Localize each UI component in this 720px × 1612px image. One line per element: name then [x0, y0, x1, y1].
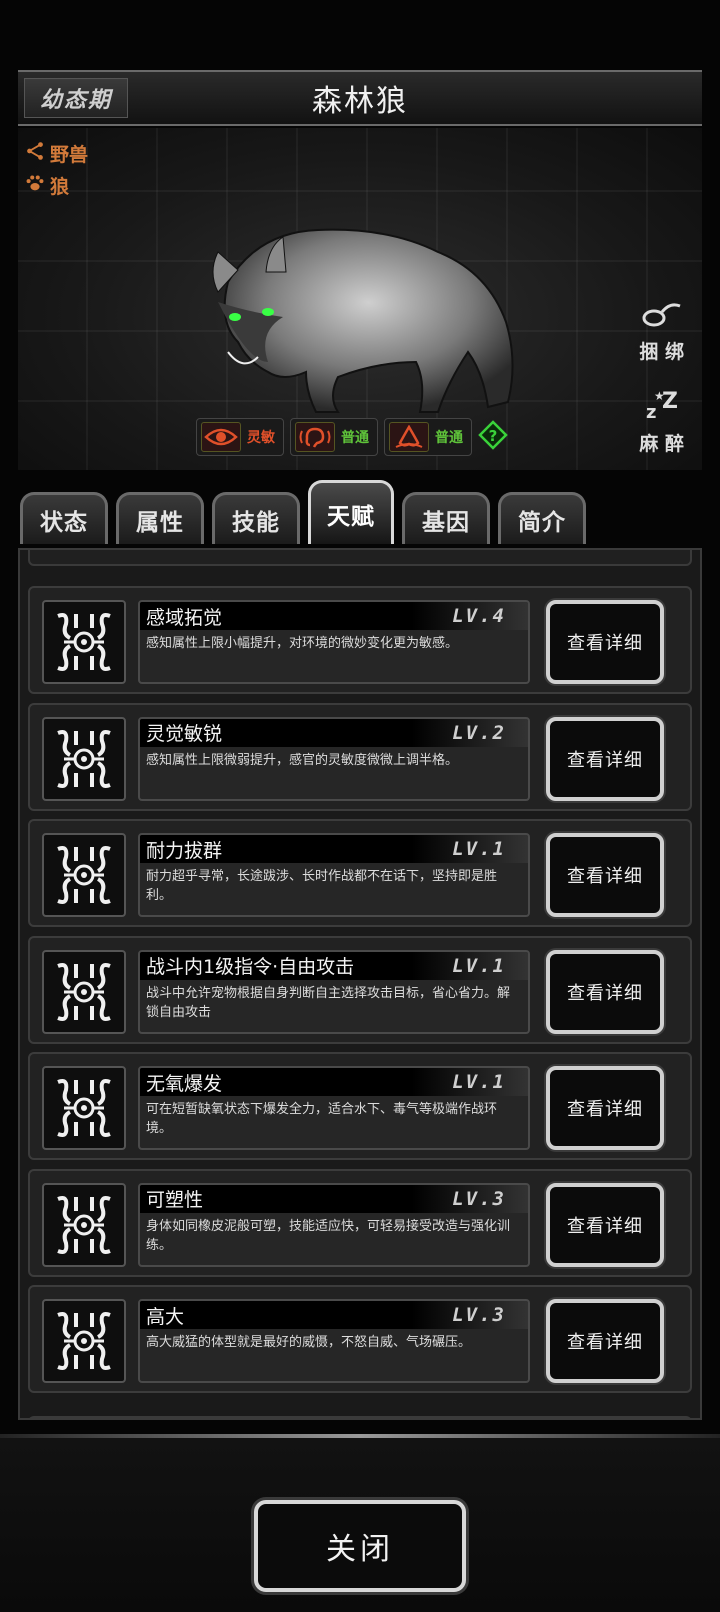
talent-info: 高大 LV.3 高大威猛的体型就是最好的威慑，不怒自威、气场碾压。: [138, 1299, 530, 1383]
wolf-illustration: [188, 212, 548, 422]
talent-card: 灵觉敏锐 LV.2 感知属性上限微弱提升，感官的灵敏度微微上调半格。 查看详细: [28, 702, 692, 811]
svg-text:★: ★: [654, 389, 665, 403]
talent-name: 可塑性: [146, 1189, 204, 1211]
talent-name: 高大: [146, 1305, 185, 1328]
sense-vision: 灵敏: [196, 418, 284, 456]
tag-species: 狼: [24, 172, 69, 199]
tag-species-label: 狼: [50, 176, 70, 198]
tab-intro[interactable]: 简介: [498, 492, 586, 544]
talent-card: 战斗内1级指令·自由攻击 LV.1 战斗中允许宠物根据自身判断自主选择攻击目标，省心…: [28, 935, 692, 1044]
talent-header: 可塑性 LV.3: [140, 1184, 528, 1213]
talent-name: 无氧爆发: [146, 1072, 223, 1095]
close-button[interactable]: 关闭: [254, 1500, 466, 1592]
bind-label: 捆 绑: [639, 341, 684, 363]
sedate-button[interactable]: z Z ★ 麻 醉: [639, 388, 684, 456]
list-item-partial: [28, 550, 692, 566]
creature-panel: 野兽 狼 捆 绑 z Z ★ 麻 醉 灵敏 普通 普通 ?: [18, 128, 702, 470]
tag-category: 野兽: [24, 140, 88, 167]
sense-hearing: 普通: [290, 418, 378, 456]
talent-description: 身体如同橡皮泥般可塑，技能适应快，可轻易接受改造与强化训练。: [146, 1218, 511, 1253]
view-details-button[interactable]: 查看详细: [546, 949, 664, 1034]
talent-rune-icon: [42, 949, 126, 1034]
sense-smell: 普通: [384, 418, 472, 456]
talent-rune-icon: [42, 1066, 126, 1150]
tab-attributes[interactable]: 属性: [116, 492, 204, 544]
talent-rune-icon: [42, 716, 126, 801]
senses-bar: 灵敏 普通 普通 ?: [196, 418, 508, 456]
sense-vision-label: 灵敏: [247, 430, 275, 446]
talent-info: 可塑性 LV.3 身体如同橡皮泥般可塑，技能适应快，可轻易接受改造与强化训练。: [138, 1182, 530, 1267]
paw-icon: [24, 172, 46, 199]
talent-level: LV.2: [452, 721, 506, 744]
talent-info: 战斗内1级指令·自由攻击 LV.1 战斗中允许宠物根据自身判断自主选择攻击目标，省心…: [138, 949, 530, 1034]
talent-card: 感域拓觉 LV.4 感知属性上限小幅提升，对环境的微妙变化更为敏感。 查看详细: [28, 586, 692, 694]
talent-info: 灵觉敏锐 LV.2 感知属性上限微弱提升，感官的灵敏度微微上调半格。: [138, 716, 530, 801]
tab-talents[interactable]: 天赋: [308, 480, 394, 544]
share-icon: [24, 140, 46, 167]
talent-header: 感域拓觉 LV.4: [140, 602, 528, 630]
talent-name: 战斗内1级指令·自由攻击: [146, 956, 355, 978]
talent-level: LV.1: [452, 838, 506, 860]
tag-category-label: 野兽: [50, 144, 89, 166]
list-item-partial: [28, 1416, 692, 1418]
tab-skills[interactable]: 技能: [212, 492, 300, 544]
bind-button[interactable]: 捆 绑: [639, 296, 684, 364]
svg-text:z: z: [646, 402, 656, 422]
talent-level: LV.3: [452, 1187, 506, 1210]
talent-description: 可在短暂缺氧状态下爆发全力，适合水下、毒气等极端作战环境。: [146, 1102, 498, 1136]
talent-header: 无氧爆发 LV.1: [140, 1068, 528, 1096]
talent-description: 高大威猛的体型就是最好的威慑，不怒自威、气场碾压。: [146, 1335, 472, 1350]
view-details-button[interactable]: 查看详细: [546, 1299, 664, 1383]
help-button[interactable]: ?: [478, 420, 508, 454]
talent-name: 耐力拔群: [146, 839, 223, 862]
talent-info: 无氧爆发 LV.1 可在短暂缺氧状态下爆发全力，适合水下、毒气等极端作战环境。: [138, 1066, 530, 1150]
talent-list[interactable]: 感域拓觉 LV.4 感知属性上限小幅提升，对环境的微妙变化更为敏感。 查看详细 灵觉敏锐…: [18, 548, 702, 1420]
view-details-button[interactable]: 查看详细: [546, 1182, 664, 1267]
talent-level: LV.4: [452, 605, 506, 627]
question-icon: ?: [478, 420, 508, 454]
talent-name: 灵觉敏锐: [146, 723, 223, 745]
talent-description: 耐力超乎寻常，长途跋涉、长时作战都不在话下，坚持即是胜利。: [146, 869, 498, 903]
talent-description: 感知属性上限微弱提升，感官的灵敏度微微上调半格。: [146, 752, 459, 768]
sedate-label: 麻 醉: [639, 433, 684, 455]
talent-info: 感域拓觉 LV.4 感知属性上限小幅提升，对环境的微妙变化更为敏感。: [138, 600, 530, 684]
talent-level: LV.1: [452, 954, 506, 977]
talent-rune-icon: [42, 833, 126, 917]
talent-rune-icon: [42, 1299, 126, 1383]
svg-text:?: ?: [489, 427, 498, 445]
view-details-button[interactable]: 查看详细: [546, 600, 664, 684]
view-details-button[interactable]: 查看详细: [546, 716, 664, 801]
talent-header: 战斗内1级指令·自由攻击 LV.1: [140, 951, 528, 980]
tab-genes[interactable]: 基因: [402, 492, 490, 544]
talent-rune-icon: [42, 600, 126, 684]
talent-level: LV.3: [452, 1304, 506, 1326]
tab-bar: 状态 属性 技能 天赋 基因 简介: [18, 480, 702, 544]
rope-icon: [640, 296, 684, 335]
talent-level: LV.1: [452, 1071, 506, 1093]
header-bar: 森林狼 幼态期: [18, 70, 702, 126]
talent-description: 感知属性上限小幅提升，对环境的微妙变化更为敏感。: [146, 636, 459, 651]
tab-status[interactable]: 状态: [20, 492, 108, 544]
sense-smell-label: 普通: [435, 430, 463, 446]
nose-icon: [389, 422, 429, 452]
view-details-button[interactable]: 查看详细: [546, 1066, 664, 1150]
talent-description: 战斗中允许宠物根据自身判断自主选择攻击目标，省心省力。解锁自由攻击: [146, 985, 511, 1020]
talent-info: 耐力拔群 LV.1 耐力超乎寻常，长途跋涉、长时作战都不在话下，坚持即是胜利。: [138, 833, 530, 917]
talent-card: 可塑性 LV.3 身体如同橡皮泥般可塑，技能适应快，可轻易接受改造与强化训练。 查看详…: [28, 1168, 692, 1277]
talent-card: 耐力拔群 LV.1 耐力超乎寻常，长途跋涉、长时作战都不在话下，坚持即是胜利。 查看详…: [28, 819, 692, 927]
sleep-icon: z Z ★: [640, 388, 684, 427]
talent-header: 耐力拔群 LV.1: [140, 835, 528, 863]
talent-card: 高大 LV.3 高大威猛的体型就是最好的威慑，不怒自威、气场碾压。 查看详细: [28, 1285, 692, 1393]
view-details-button[interactable]: 查看详细: [546, 833, 664, 917]
talent-rune-icon: [42, 1182, 126, 1267]
talent-header: 高大 LV.3: [140, 1301, 528, 1329]
ear-icon: [295, 422, 335, 452]
eye-icon: [201, 422, 241, 452]
talent-card: 无氧爆发 LV.1 可在短暂缺氧状态下爆发全力，适合水下、毒气等极端作战环境。 查看详…: [28, 1052, 692, 1160]
stage-badge: 幼态期: [24, 78, 128, 118]
talent-name: 感域拓觉: [146, 606, 223, 629]
sense-hearing-label: 普通: [341, 430, 369, 446]
talent-header: 灵觉敏锐 LV.2: [140, 718, 528, 747]
